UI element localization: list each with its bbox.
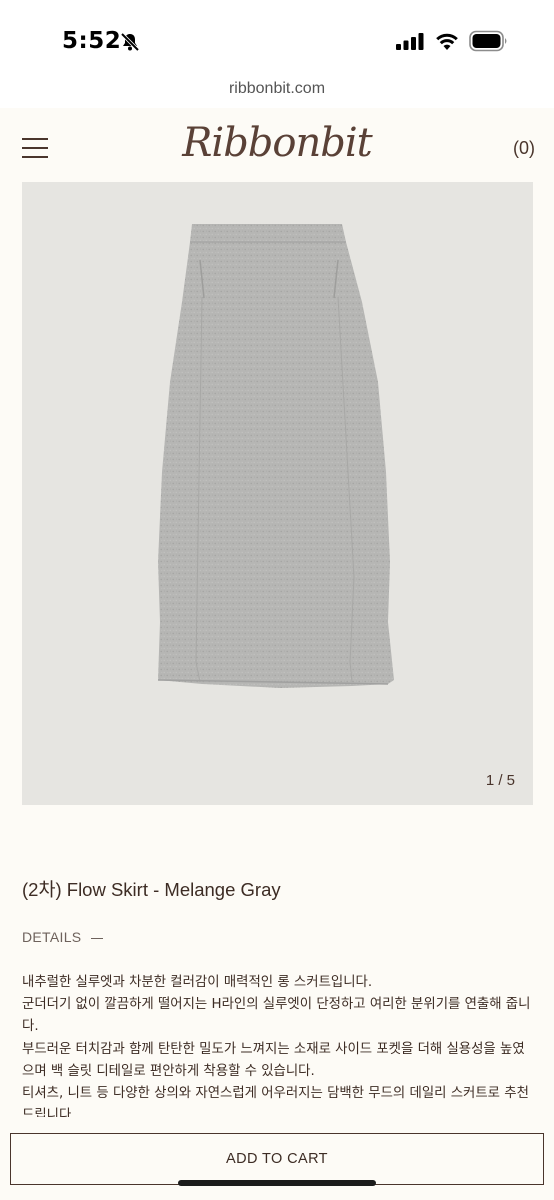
add-to-cart-button[interactable]: ADD TO CART	[10, 1133, 544, 1185]
site-header: Ribbonbit (0)	[0, 108, 554, 182]
cart-count[interactable]: (0)	[513, 138, 535, 159]
image-counter: 1 / 5	[485, 772, 515, 789]
wifi-icon	[436, 33, 458, 50]
description-line: 부드러운 터치감과 함께 탄탄한 밀도가 느껴지는 소재로 사이드 포켓을 더해…	[22, 1041, 525, 1079]
bell-slash-icon	[120, 32, 140, 52]
signal-icon	[396, 33, 424, 50]
description-line: 군더더기 없이 깔끔하게 떨어지는 H라인의 실루엣이 단정하고 여리한 분위기…	[22, 997, 531, 1035]
product-description: 내추럴한 실루엣과 차분한 컬러감이 매력적인 롱 스커트입니다. 군더더기 없…	[22, 972, 534, 1127]
status-bar: 5:52	[0, 0, 554, 80]
status-time: 5:52	[62, 28, 122, 54]
details-label: DETAILS	[22, 929, 82, 945]
skirt-image	[157, 224, 394, 688]
bottom-action-bar: ADD TO CART	[0, 1117, 554, 1200]
url-bar[interactable]: ribbonbit.com	[0, 80, 554, 108]
product-image[interactable]: 1 / 5	[22, 182, 533, 805]
collapse-dash-icon	[91, 937, 104, 939]
product-title: (2차) Flow Skirt - Melange Gray	[22, 879, 281, 900]
details-toggle[interactable]: DETAILS	[22, 929, 104, 945]
battery-icon	[469, 30, 507, 52]
site-logo[interactable]: Ribbonbit	[0, 120, 554, 166]
url-text: ribbonbit.com	[228, 80, 326, 97]
description-line: 내추럴한 실루엣과 차분한 컬러감이 매력적인 롱 스커트입니다.	[22, 975, 373, 990]
home-indicator	[178, 1180, 376, 1186]
